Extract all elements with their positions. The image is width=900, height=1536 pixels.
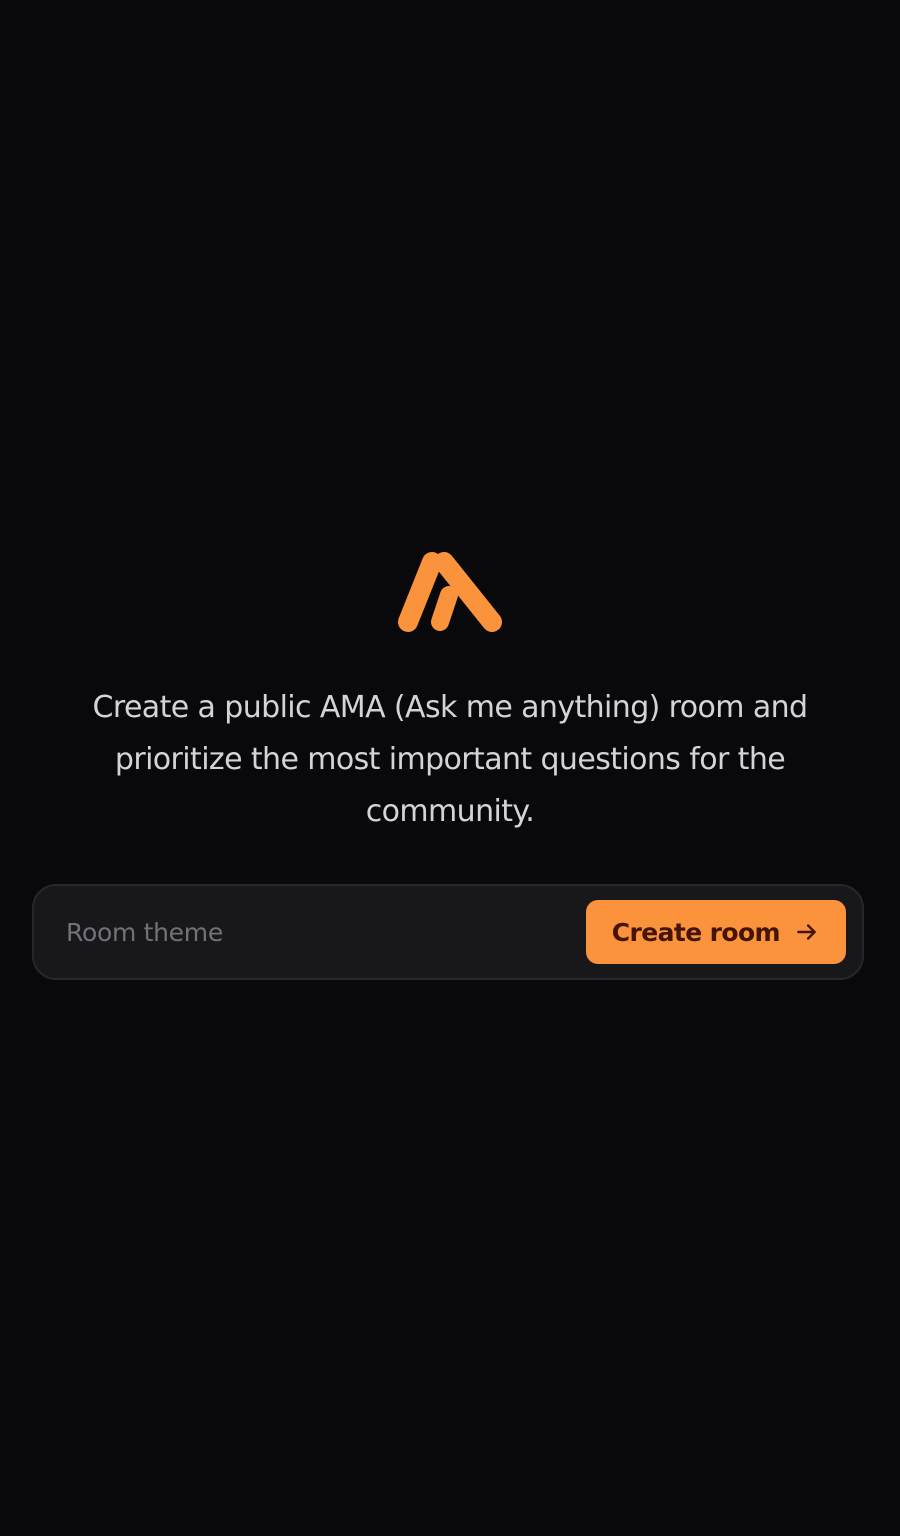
arrow-right-icon	[794, 919, 820, 945]
create-room-label: Create room	[611, 917, 781, 947]
ama-logo-icon	[398, 552, 502, 632]
room-theme-input[interactable]	[66, 917, 586, 947]
tagline: Create a public AMA (Ask me anything) ro…	[92, 690, 809, 829]
create-room-button[interactable]: Create room	[585, 900, 846, 964]
create-room-form: Create room	[32, 884, 864, 980]
create-room-page: Create a public AMA (Ask me anything) ro…	[0, 0, 900, 1536]
